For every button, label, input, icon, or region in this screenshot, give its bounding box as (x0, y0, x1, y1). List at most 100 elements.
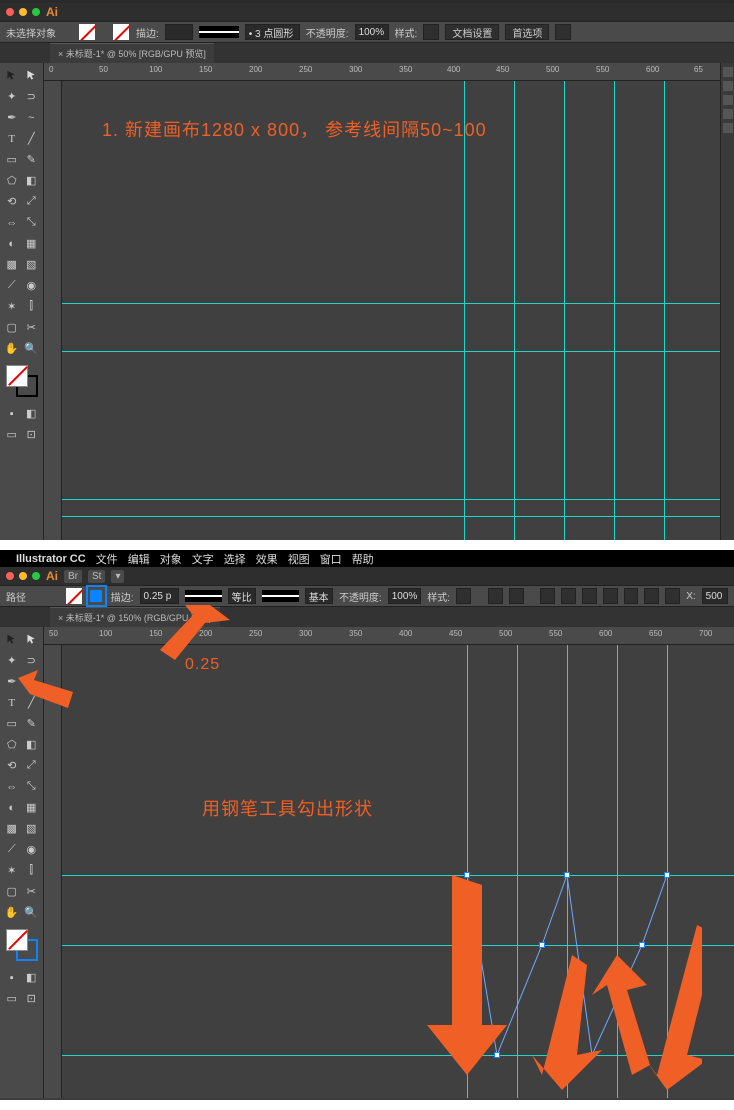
prefs-button[interactable]: 首选项 (505, 24, 549, 40)
shaper-tool[interactable]: ⬠ (3, 735, 21, 754)
eraser-tool[interactable]: ◧ (23, 171, 41, 190)
line-tool[interactable]: ╱ (23, 693, 41, 712)
graph-tool[interactable]: ⫿ (23, 861, 41, 880)
canvas[interactable]: 用钢笔工具勾出形状 (62, 645, 734, 1098)
stroke-swatch[interactable] (112, 23, 130, 41)
stroke-preview[interactable] (199, 26, 239, 38)
anchor-point[interactable] (539, 942, 545, 948)
menu-type[interactable]: 文字 (192, 551, 214, 567)
more-icon[interactable] (555, 24, 571, 40)
gradient-mode[interactable]: ◧ (23, 404, 41, 423)
menu-app[interactable]: Illustrator CC (16, 553, 86, 565)
screen-mode[interactable]: ▭ (3, 425, 21, 444)
anchor-point[interactable] (494, 1052, 500, 1058)
color-mode[interactable]: ▪ (3, 968, 21, 987)
fill-swatch[interactable] (78, 23, 96, 41)
fill-stroke-control[interactable] (6, 365, 38, 397)
width-tool[interactable]: ⇔ (3, 213, 21, 232)
blend-tool[interactable]: ◉ (23, 276, 41, 295)
symbol-sprayer-tool[interactable]: ✶ (3, 297, 21, 316)
slice-tool[interactable]: ✂ (23, 882, 41, 901)
align-middle-icon[interactable] (624, 588, 639, 604)
transform-icon[interactable] (665, 588, 680, 604)
lasso-tool[interactable]: ⊃ (23, 651, 41, 670)
stock-button[interactable]: St (88, 570, 105, 583)
change-screen[interactable]: ⊡ (23, 425, 41, 444)
arrange-button[interactable]: ▾ (111, 570, 124, 583)
slice-tool[interactable]: ✂ (23, 318, 41, 337)
menu-effect[interactable]: 效果 (256, 551, 278, 567)
align-right-icon[interactable] (582, 588, 597, 604)
eyedropper-tool[interactable]: ⟋ (3, 840, 21, 859)
recolor-button[interactable] (488, 588, 503, 604)
close-icon[interactable] (6, 8, 14, 16)
menu-help[interactable]: 帮助 (352, 551, 374, 567)
selection-tool[interactable] (3, 630, 21, 649)
scale-tool[interactable]: ⤢ (23, 192, 41, 211)
zoom-tool[interactable]: 🔍 (23, 903, 41, 922)
mesh-tool[interactable]: ▩ (3, 255, 21, 274)
anchor-point[interactable] (639, 942, 645, 948)
brush-shape-field[interactable]: • 3 点圆形 (245, 24, 300, 40)
perspective-tool[interactable]: ▦ (23, 798, 41, 817)
guide-v[interactable] (464, 81, 465, 540)
pen-tool[interactable]: ✒ (3, 108, 21, 127)
free-transform-tool[interactable]: ⤡ (23, 213, 41, 232)
paintbrush-tool[interactable]: ✎ (23, 150, 41, 169)
paintbrush-tool[interactable]: ✎ (23, 714, 41, 733)
direct-selection-tool[interactable] (23, 630, 41, 649)
align-top-icon[interactable] (603, 588, 618, 604)
style-picker[interactable] (456, 588, 471, 604)
fill-stroke-control[interactable] (6, 929, 38, 961)
artboard-tool[interactable]: ▢ (3, 318, 21, 337)
scale-tool[interactable]: ⤢ (23, 756, 41, 775)
gradient-tool[interactable]: ▧ (23, 255, 41, 274)
brush-def[interactable] (262, 590, 299, 602)
hand-tool[interactable]: ✋ (3, 339, 21, 358)
menu-view[interactable]: 视图 (288, 551, 310, 567)
menu-object[interactable]: 对象 (160, 551, 182, 567)
fill-swatch[interactable] (66, 587, 83, 605)
doc-tab[interactable]: × 未标题-1* @ 150% (RGB/GPU 预览) (50, 607, 220, 627)
canvas[interactable]: 1. 新建画布1280 x 800， 参考线间隔50~100 (62, 81, 720, 540)
rectangle-tool[interactable]: ▭ (3, 150, 21, 169)
type-tool[interactable]: T (3, 129, 21, 148)
width-tool[interactable]: ⇔ (3, 777, 21, 796)
gradient-mode[interactable]: ◧ (23, 968, 41, 987)
guide-v[interactable] (614, 81, 615, 540)
eraser-tool[interactable]: ◧ (23, 735, 41, 754)
x-field[interactable]: 500 (702, 588, 728, 604)
minimize-icon[interactable] (19, 8, 27, 16)
rectangle-tool[interactable]: ▭ (3, 714, 21, 733)
doc-tab[interactable]: × 未标题-1* @ 50% [RGB/GPU 预览] (50, 43, 214, 63)
rotate-tool[interactable]: ⟲ (3, 192, 21, 211)
stroke-profile[interactable] (185, 590, 222, 602)
color-mode[interactable]: ▪ (3, 404, 21, 423)
window-controls[interactable] (6, 8, 40, 16)
bridge-button[interactable]: Br (64, 570, 82, 583)
guide-h[interactable] (62, 516, 720, 517)
stroke-weight-field[interactable] (165, 24, 193, 40)
guide-v[interactable] (564, 81, 565, 540)
curvature-tool[interactable]: ~ (23, 108, 41, 127)
stroke-swatch[interactable] (88, 587, 105, 605)
mesh-tool[interactable]: ▩ (3, 819, 21, 838)
guide-h[interactable] (62, 303, 720, 304)
opacity-field[interactable]: 100% (355, 24, 389, 40)
type-tool[interactable]: T (3, 693, 21, 712)
pen-path[interactable] (62, 645, 734, 1098)
rotate-tool[interactable]: ⟲ (3, 756, 21, 775)
anchor-point[interactable] (589, 1052, 595, 1058)
zoom-tool[interactable]: 🔍 (23, 339, 41, 358)
shaper-tool[interactable]: ⬠ (3, 171, 21, 190)
brush-label[interactable]: 基本 (305, 588, 333, 604)
opacity-field[interactable]: 100% (388, 588, 422, 604)
align-center-icon[interactable] (561, 588, 576, 604)
lasso-tool[interactable]: ⊃ (23, 87, 41, 106)
stroke-weight-field[interactable]: 0.25 p (140, 588, 179, 604)
guide-h[interactable] (62, 499, 720, 500)
menu-edit[interactable]: 编辑 (128, 551, 150, 567)
blend-tool[interactable]: ◉ (23, 840, 41, 859)
docsetup-button[interactable]: 文档设置 (445, 24, 499, 40)
minimize-icon[interactable] (19, 572, 27, 580)
